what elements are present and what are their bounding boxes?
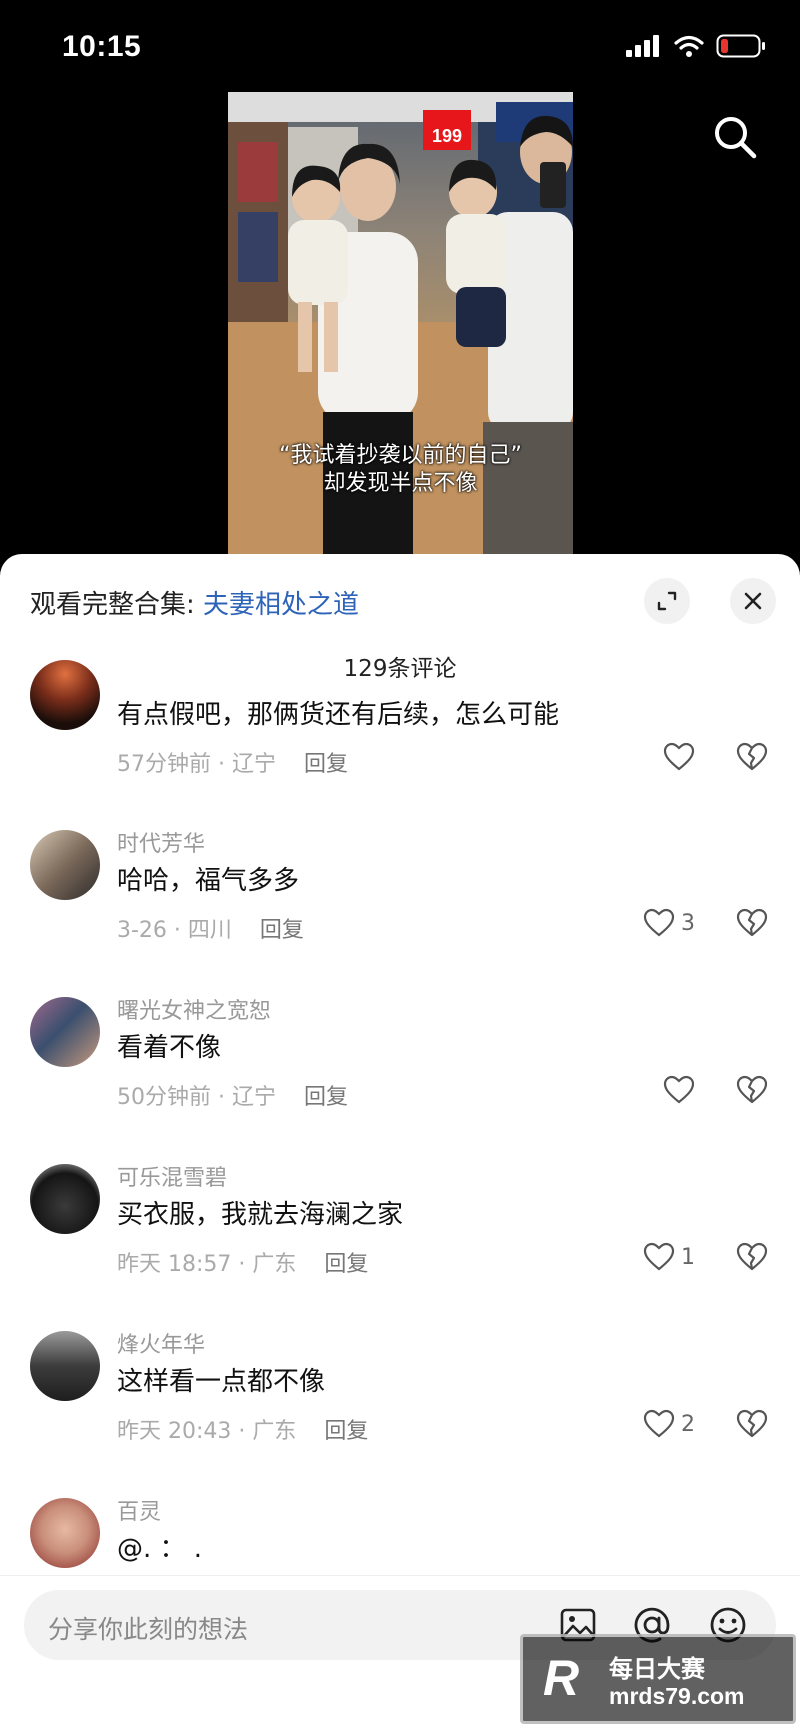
comment-time-location: 57分钟前 · 辽宁 — [117, 752, 276, 777]
comment-username[interactable]: 百灵 — [117, 1494, 161, 1526]
comment-username[interactable]: 曙光女神之宽恕 — [117, 993, 271, 1025]
comment-count: 129条评论 — [343, 656, 457, 682]
close-icon — [744, 592, 762, 610]
video-caption-line2: 却发现半点不像 — [323, 471, 478, 496]
avatar[interactable] — [30, 1498, 100, 1568]
comment-meta: 昨天 20:43 · 广东 回复 — [117, 1413, 368, 1445]
comment-time-location: 昨天 18:57 · 广东 — [117, 1252, 297, 1277]
comment-time-location: 50分钟前 · 辽宁 — [117, 1085, 276, 1110]
comment-meta: 3-26 · 四川 回复 — [117, 912, 304, 944]
reply-button[interactable]: 回复 — [260, 918, 304, 943]
battery-icon — [716, 34, 765, 58]
wifi-icon — [674, 35, 704, 57]
watermark-title: 每日大赛 — [609, 1655, 705, 1683]
collection-prefix: 观看完整合集: — [30, 590, 204, 620]
heart-icon — [643, 1409, 675, 1438]
broken-heart-icon[interactable] — [736, 1075, 768, 1105]
status-time: 10:15 — [62, 30, 142, 63]
comment-time-location: 3-26 · 四川 — [117, 918, 232, 943]
like-button[interactable] — [663, 1075, 695, 1105]
comment-item: 有点假吧，那俩货还有后续，怎么可能 57分钟前 · 辽宁 回复 — [0, 660, 800, 830]
comment-time-location: 昨天 20:43 · 广东 — [117, 1419, 297, 1444]
close-button[interactable] — [730, 578, 776, 624]
comment-text: 有点假吧，那俩货还有后续，怎么可能 — [117, 700, 560, 730]
avatar[interactable] — [30, 830, 100, 900]
avatar[interactable] — [30, 660, 100, 730]
reply-button[interactable]: 回复 — [324, 1252, 368, 1277]
avatar[interactable] — [30, 1164, 100, 1234]
heart-icon — [643, 1242, 675, 1271]
heart-icon — [663, 1075, 695, 1104]
like-count: 1 — [681, 1244, 695, 1270]
comment-item: 可乐混雪碧 买衣服，我就去海澜之家 昨天 18:57 · 广东 回复 1 — [0, 1164, 800, 1314]
comment-username[interactable]: 烽火年华 — [117, 1327, 205, 1359]
expand-icon — [657, 591, 677, 611]
comment-username[interactable]: 时代芳华 — [117, 826, 205, 858]
avatar[interactable] — [30, 997, 100, 1067]
comment-text: 这样看一点都不像 — [117, 1367, 326, 1397]
avatar[interactable] — [30, 1331, 100, 1401]
watermark: R 每日大赛 mrds79.com — [520, 1634, 796, 1724]
watermark-url: mrds79.com — [609, 1683, 745, 1709]
status-icons — [626, 34, 766, 58]
broken-heart-icon[interactable] — [736, 908, 768, 938]
heart-icon — [643, 908, 675, 937]
comment-input-placeholder: 分享你此刻的想法 — [48, 1615, 249, 1644]
price-sign: 199 — [432, 126, 462, 146]
watermark-logo: R — [543, 1650, 580, 1706]
comment-meta: 57分钟前 · 辽宁 回复 — [117, 746, 348, 778]
signal-icon — [626, 35, 659, 57]
expand-button[interactable] — [644, 578, 690, 624]
video-player[interactable]: 199 “我试着抄袭以前的自己” 却发现半点不像 — [228, 92, 573, 554]
broken-heart-icon[interactable] — [736, 1242, 768, 1272]
reply-button[interactable]: 回复 — [324, 1419, 368, 1444]
status-bar: 10:15 — [0, 0, 800, 90]
like-button[interactable]: 2 — [643, 1409, 695, 1439]
comment-text: @. ： . — [117, 1534, 203, 1564]
like-count: 3 — [681, 910, 695, 936]
broken-heart-icon[interactable] — [736, 742, 768, 772]
comment-item: 曙光女神之宽恕 看着不像 50分钟前 · 辽宁 回复 — [0, 997, 800, 1147]
comment-item: 烽火年华 这样看一点都不像 昨天 20:43 · 广东 回复 2 — [0, 1331, 800, 1481]
like-button[interactable] — [663, 742, 695, 772]
broken-heart-icon[interactable] — [736, 1409, 768, 1439]
comment-item: 时代芳华 哈哈，福气多多 3-26 · 四川 回复 3 — [0, 830, 800, 980]
comment-meta: 50分钟前 · 辽宁 回复 — [117, 1079, 348, 1111]
collection-title[interactable]: 夫妻相处之道 — [203, 590, 359, 620]
comment-text: 买衣服，我就去海澜之家 — [117, 1200, 404, 1230]
comment-text: 哈哈，福气多多 — [117, 866, 300, 896]
comment-text: 看着不像 — [117, 1033, 222, 1063]
collection-link[interactable]: 观看完整合集: 夫妻相处之道 — [30, 584, 359, 621]
like-button[interactable]: 1 — [643, 1242, 695, 1272]
like-count: 2 — [681, 1411, 695, 1437]
reply-button[interactable]: 回复 — [304, 1085, 348, 1110]
like-button[interactable]: 3 — [643, 908, 695, 938]
comment-meta: 昨天 18:57 · 广东 回复 — [117, 1246, 368, 1278]
reply-button[interactable]: 回复 — [304, 752, 348, 777]
heart-icon — [663, 742, 695, 771]
search-icon[interactable] — [710, 112, 760, 162]
comment-username[interactable]: 可乐混雪碧 — [117, 1160, 227, 1192]
comment-sheet: 观看完整合集: 夫妻相处之道 129条评论 有点假吧，那俩货还有后续，怎么可能 … — [0, 554, 800, 1732]
